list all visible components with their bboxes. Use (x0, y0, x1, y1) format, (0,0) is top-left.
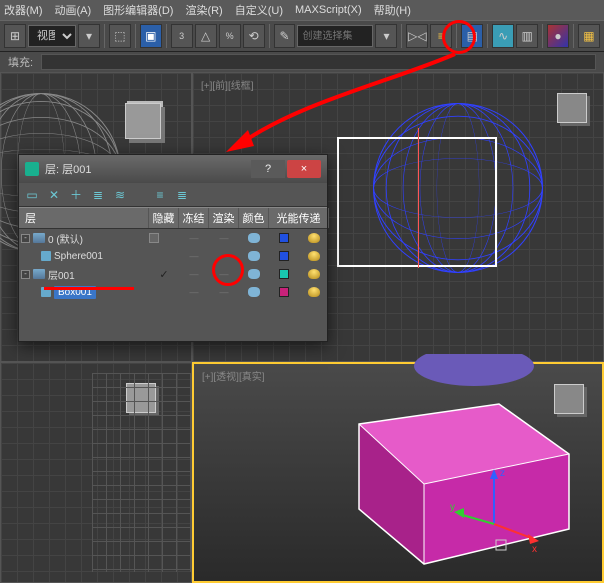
select-manipulate-icon[interactable]: ⬚ (109, 24, 131, 48)
color-swatch[interactable] (279, 251, 289, 261)
dialog-titlebar[interactable]: 层: 层001 ? × (19, 155, 327, 183)
col-hide: 隐藏 (149, 208, 179, 228)
menu-item[interactable]: 改器(M) (4, 2, 43, 18)
highlight-icon[interactable]: ≋ (113, 188, 127, 202)
material-editor-icon[interactable]: ● (547, 24, 569, 48)
snap-3-icon[interactable]: 3 (171, 24, 193, 48)
viewport-label: [+][透视][真实] (202, 368, 265, 383)
layer-row[interactable]: -层001 ✓ — — (19, 265, 327, 283)
color-swatch[interactable] (279, 287, 289, 297)
curve-editor-icon[interactable]: ∿ (492, 24, 514, 48)
select-content-icon[interactable]: ≣ (91, 188, 105, 202)
add-to-layer-icon[interactable]: ＋ (69, 188, 83, 202)
render-icon[interactable] (248, 269, 260, 279)
col-freeze: 冻结 (179, 208, 209, 228)
menubar: 改器(M) 动画(A) 图形编辑器(D) 渲染(R) 自定义(U) MAXScr… (0, 0, 604, 20)
render-icon[interactable] (248, 251, 260, 261)
expand-icon[interactable]: - (21, 270, 30, 279)
dialog-title: 层: 层001 (45, 161, 91, 177)
align-icon[interactable]: ≡ (430, 24, 452, 48)
viewport-perspective[interactable]: [+][透视][真实] z x y (192, 362, 604, 583)
col-layer: 层 (19, 208, 149, 228)
col-radiosity: 光能传递 (269, 208, 329, 228)
freeze-toggle[interactable]: — (209, 251, 239, 261)
col-color: 颜色 (239, 208, 269, 228)
color-swatch[interactable] (279, 269, 289, 279)
radiosity-icon[interactable] (308, 287, 320, 297)
menu-item[interactable]: MAXScript(X) (295, 4, 362, 16)
menu-item[interactable]: 图形编辑器(D) (103, 2, 173, 18)
hide-toggle[interactable]: — (179, 233, 209, 243)
menu-item[interactable]: 动画(A) (55, 2, 92, 18)
pivot-icon[interactable]: ▾ (78, 24, 100, 48)
hide-toggle[interactable]: — (179, 287, 209, 297)
hide-toggle[interactable]: — (179, 269, 209, 279)
viewport-label: [+][前][线框] (201, 77, 254, 92)
freeze-toggle[interactable]: — (209, 233, 239, 243)
current-checkbox[interactable] (149, 233, 159, 243)
selection-dropdown-icon[interactable]: ▾ (375, 24, 397, 48)
color-swatch[interactable] (279, 233, 289, 243)
app-icon (25, 162, 39, 176)
radiosity-icon[interactable] (308, 233, 320, 243)
freeze-unfreeze-icon[interactable]: ≣ (175, 188, 189, 202)
menu-item[interactable]: 渲染(R) (185, 2, 222, 18)
close-button[interactable]: × (287, 160, 321, 178)
spinner-snap-icon[interactable]: ⟲ (243, 24, 265, 48)
dialog-toolbar: ▭ ✕ ＋ ≣ ≋ ≡ ≣ (19, 183, 327, 207)
dialog-header-row: 层 隐藏 冻结 渲染 颜色 光能传递 (19, 207, 327, 229)
menu-item[interactable]: 帮助(H) (374, 2, 411, 18)
svg-text:y: y (450, 502, 455, 513)
viewcube-icon[interactable] (125, 103, 161, 139)
object-icon (41, 251, 51, 261)
fill-label: 填充: (8, 54, 33, 70)
edit-named-sel-icon[interactable]: ✎ (274, 24, 296, 48)
fill-input[interactable] (41, 54, 596, 70)
svg-text:x: x (532, 544, 537, 555)
radiosity-icon[interactable] (308, 269, 320, 279)
perspective-box: z x y (274, 354, 574, 574)
percent-snap-icon[interactable]: % (219, 24, 241, 48)
coord-system-icon[interactable]: ⊞ (4, 24, 26, 48)
hide-toggle[interactable]: — (179, 251, 209, 261)
svg-text:z: z (500, 468, 505, 479)
fill-bar: 填充: (0, 52, 604, 72)
schematic-view-icon[interactable]: ▥ (516, 24, 538, 48)
layer-row[interactable]: -0 (默认) — — (19, 229, 327, 247)
render-icon[interactable] (248, 287, 260, 297)
radiosity-icon[interactable] (308, 251, 320, 261)
object-icon (41, 287, 51, 297)
object-row[interactable]: Box001 — — (19, 283, 327, 301)
wireframe-box (337, 137, 497, 267)
viewport-bottom-left[interactable] (0, 362, 192, 583)
keyboard-shortcut-icon[interactable]: ▣ (140, 24, 162, 48)
angle-snap-icon[interactable]: △ (195, 24, 217, 48)
col-render: 渲染 (209, 208, 239, 228)
layer-icon (33, 233, 45, 243)
toolbar: ⊞ 视图 ▾ ⬚ ▣ 3 △ % ⟲ ✎ ▾ ▷◁ ≡ ▤ ∿ ▥ ● ▦ (0, 20, 604, 52)
object-row[interactable]: Sphere001 — — (19, 247, 327, 265)
named-selection-input[interactable] (297, 25, 373, 47)
hide-unhide-icon[interactable]: ≡ (153, 188, 167, 202)
expand-icon[interactable]: - (21, 234, 30, 243)
new-layer-icon[interactable]: ▭ (25, 188, 39, 202)
mirror-icon[interactable]: ▷◁ (406, 24, 428, 48)
reference-coord-select[interactable]: 视图 (28, 25, 76, 47)
freeze-toggle[interactable]: — (209, 287, 239, 297)
render-setup-icon[interactable]: ▦ (578, 24, 600, 48)
help-button[interactable]: ? (251, 160, 285, 178)
layer-manager-icon[interactable]: ▤ (461, 24, 483, 48)
menu-item[interactable]: 自定义(U) (235, 2, 283, 18)
delete-layer-icon[interactable]: ✕ (47, 188, 61, 202)
viewcube-icon[interactable] (557, 93, 587, 123)
layer-dialog[interactable]: 层: 层001 ? × ▭ ✕ ＋ ≣ ≋ ≡ ≣ 层 隐藏 冻结 渲染 颜色 … (18, 154, 328, 342)
current-check-icon[interactable]: ✓ (149, 268, 179, 281)
layer-icon (33, 269, 45, 279)
wire-edge (92, 373, 192, 572)
render-icon[interactable] (248, 233, 260, 243)
freeze-toggle[interactable]: — (209, 269, 239, 279)
dialog-body: -0 (默认) — — Sphere001 — — -层001 ✓ — — (19, 229, 327, 341)
